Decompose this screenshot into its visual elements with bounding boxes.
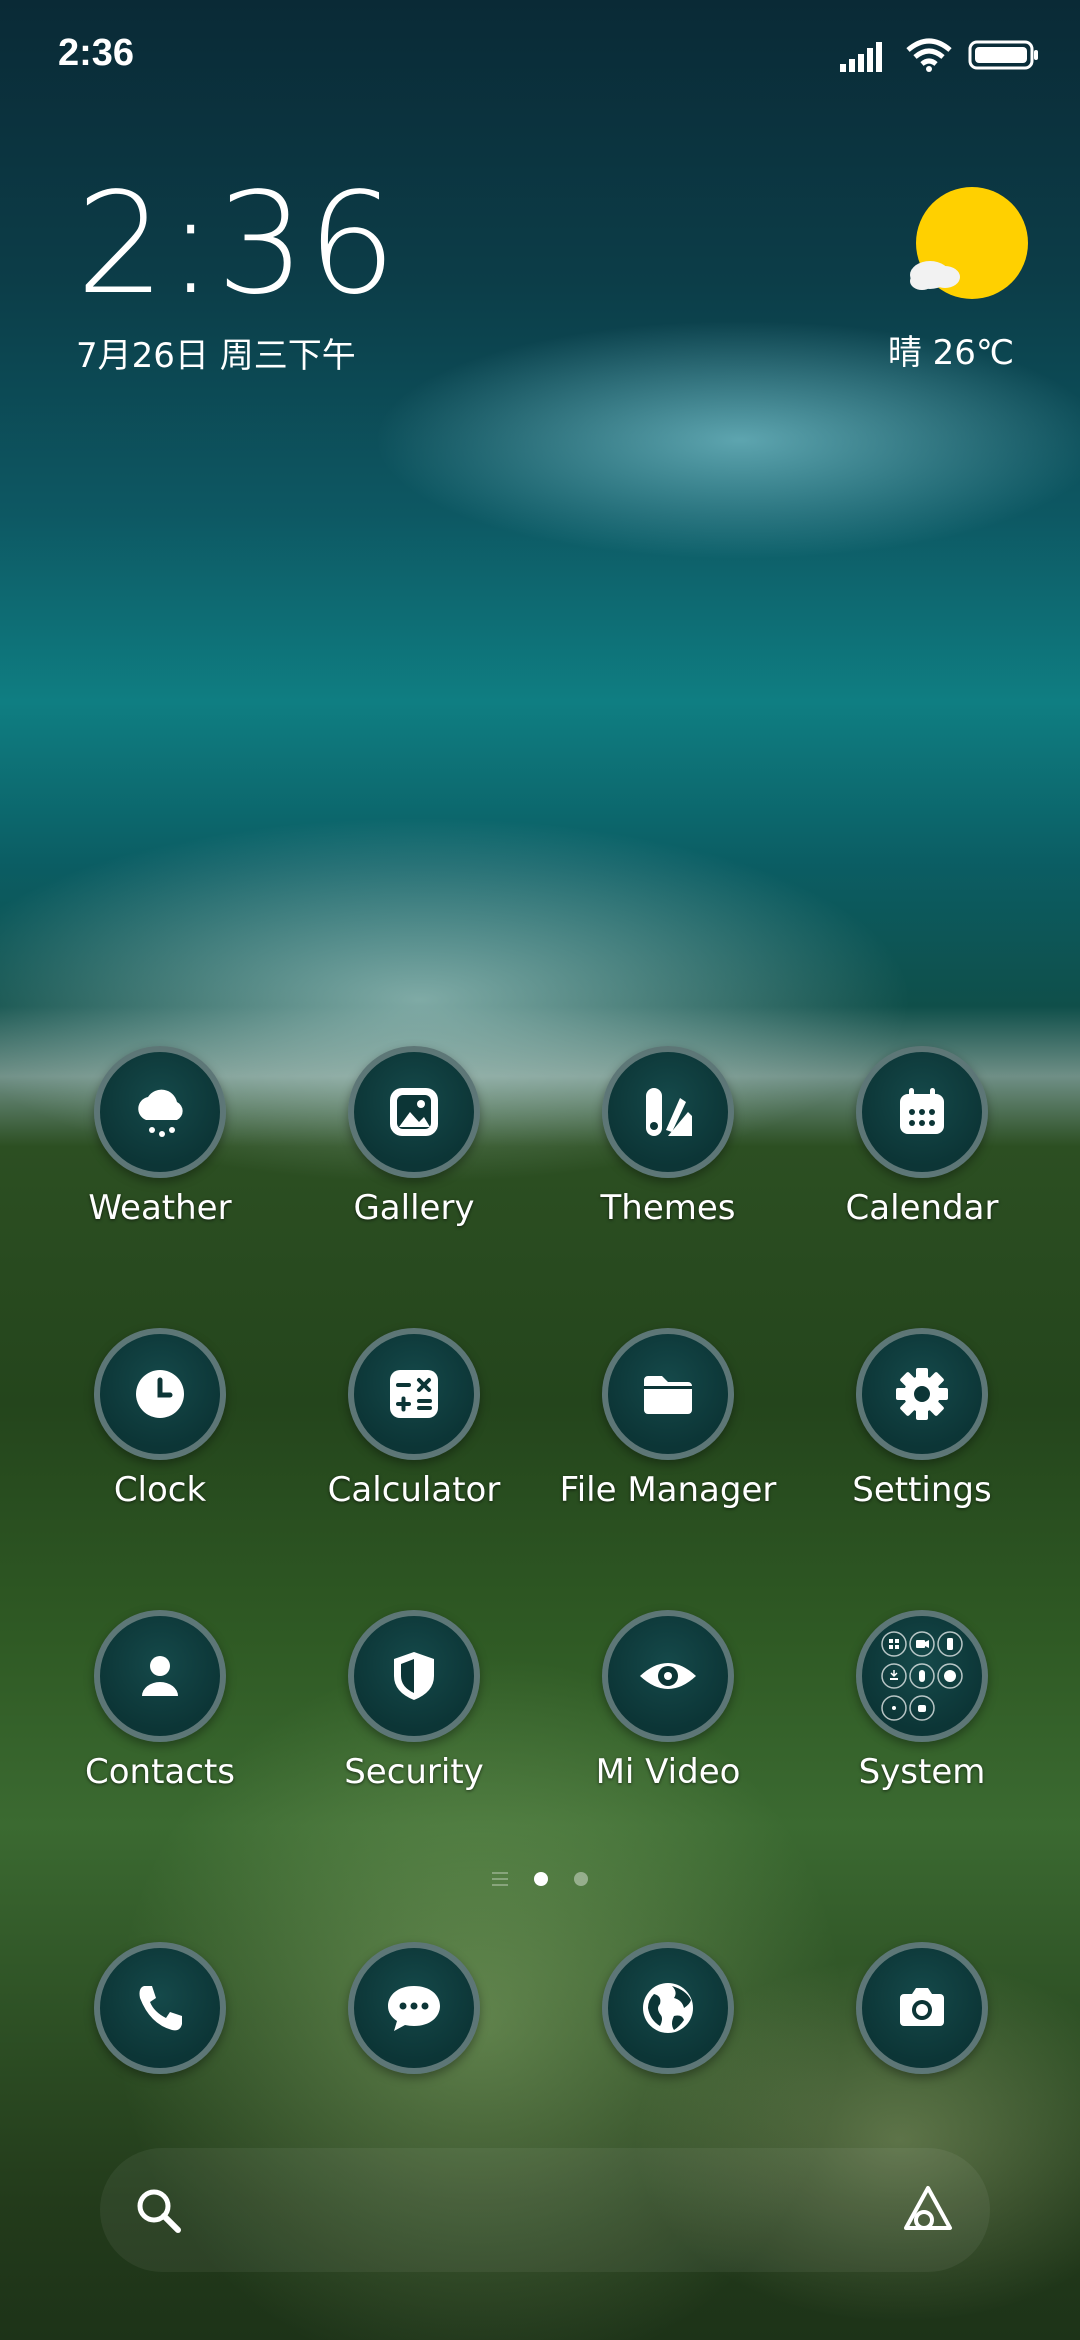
search-bar[interactable] [100, 2148, 990, 2272]
folder-icon [602, 1328, 734, 1460]
app-label: Clock [113, 1470, 207, 1510]
app-clock[interactable]: Clock [35, 1328, 285, 1510]
page-dot[interactable] [574, 1872, 588, 1886]
message-icon [348, 1942, 480, 2074]
app-gallery[interactable]: Gallery [289, 1046, 539, 1228]
page-indicator [0, 1872, 1080, 1886]
dock-camera[interactable] [797, 1942, 1047, 2074]
calendar-icon [856, 1046, 988, 1178]
app-label: Contacts [85, 1752, 235, 1792]
shield-icon [348, 1610, 480, 1742]
app-label: Calendar [845, 1188, 999, 1228]
widget-time: 2:36 [76, 163, 399, 326]
signal-icon [840, 42, 882, 72]
app-settings[interactable]: Settings [797, 1328, 1047, 1510]
camera-icon [856, 1942, 988, 2074]
contact-icon [94, 1610, 226, 1742]
app-themes[interactable]: Themes [543, 1046, 793, 1228]
widget-date: 7月26日 周三下午 [76, 336, 356, 376]
assistant-icon[interactable] [900, 2184, 956, 2236]
themes-icon [602, 1046, 734, 1178]
dock-browser[interactable] [543, 1942, 793, 2074]
app-folder-icon [856, 1610, 988, 1742]
weather-widget[interactable]: 晴 26℃ [888, 185, 1030, 374]
app-calculator[interactable]: Calculator [289, 1328, 539, 1510]
app-label: Mi Video [595, 1752, 741, 1792]
app-weather[interactable]: Weather [35, 1046, 285, 1228]
app-label: Settings [852, 1470, 992, 1510]
browser-globe-icon [602, 1942, 734, 2074]
page-list-icon [492, 1872, 508, 1886]
sunny-partly-cloudy-icon [910, 187, 1028, 299]
wifi-icon [906, 38, 952, 72]
status-time: 2:36 [58, 32, 135, 74]
weather-text: 晴 26℃ [887, 333, 1015, 373]
battery-icon [968, 40, 1038, 70]
app-label: File Manager [559, 1470, 777, 1510]
app-label: Weather [88, 1188, 232, 1228]
app-system-folder[interactable]: System [797, 1610, 1047, 1792]
app-label: Gallery [353, 1188, 475, 1228]
app-file-manager[interactable]: File Manager [543, 1328, 793, 1510]
gallery-icon [348, 1046, 480, 1178]
phone-icon [94, 1942, 226, 2074]
status-icons [840, 38, 1040, 72]
app-label: Calculator [327, 1470, 501, 1510]
calculator-icon [348, 1328, 480, 1460]
app-label: Themes [600, 1188, 736, 1228]
status-bar: 2:36 [0, 0, 1080, 110]
clock-widget[interactable]: 2:36 7月26日 周三下午 [76, 170, 398, 377]
eye-icon [602, 1610, 734, 1742]
app-label: System [858, 1752, 986, 1792]
app-calendar[interactable]: Calendar [797, 1046, 1047, 1228]
app-mi-video[interactable]: Mi Video [543, 1610, 793, 1792]
app-contacts[interactable]: Contacts [35, 1610, 285, 1792]
page-dot-active[interactable] [534, 1872, 548, 1886]
weather-cloud-icon [94, 1046, 226, 1178]
app-label: Security [344, 1752, 484, 1792]
dock-messages[interactable] [289, 1942, 539, 2074]
search-icon [137, 2189, 181, 2233]
clock-icon [94, 1328, 226, 1460]
app-security[interactable]: Security [289, 1610, 539, 1792]
dock-phone[interactable] [35, 1942, 285, 2074]
gear-icon [856, 1328, 988, 1460]
